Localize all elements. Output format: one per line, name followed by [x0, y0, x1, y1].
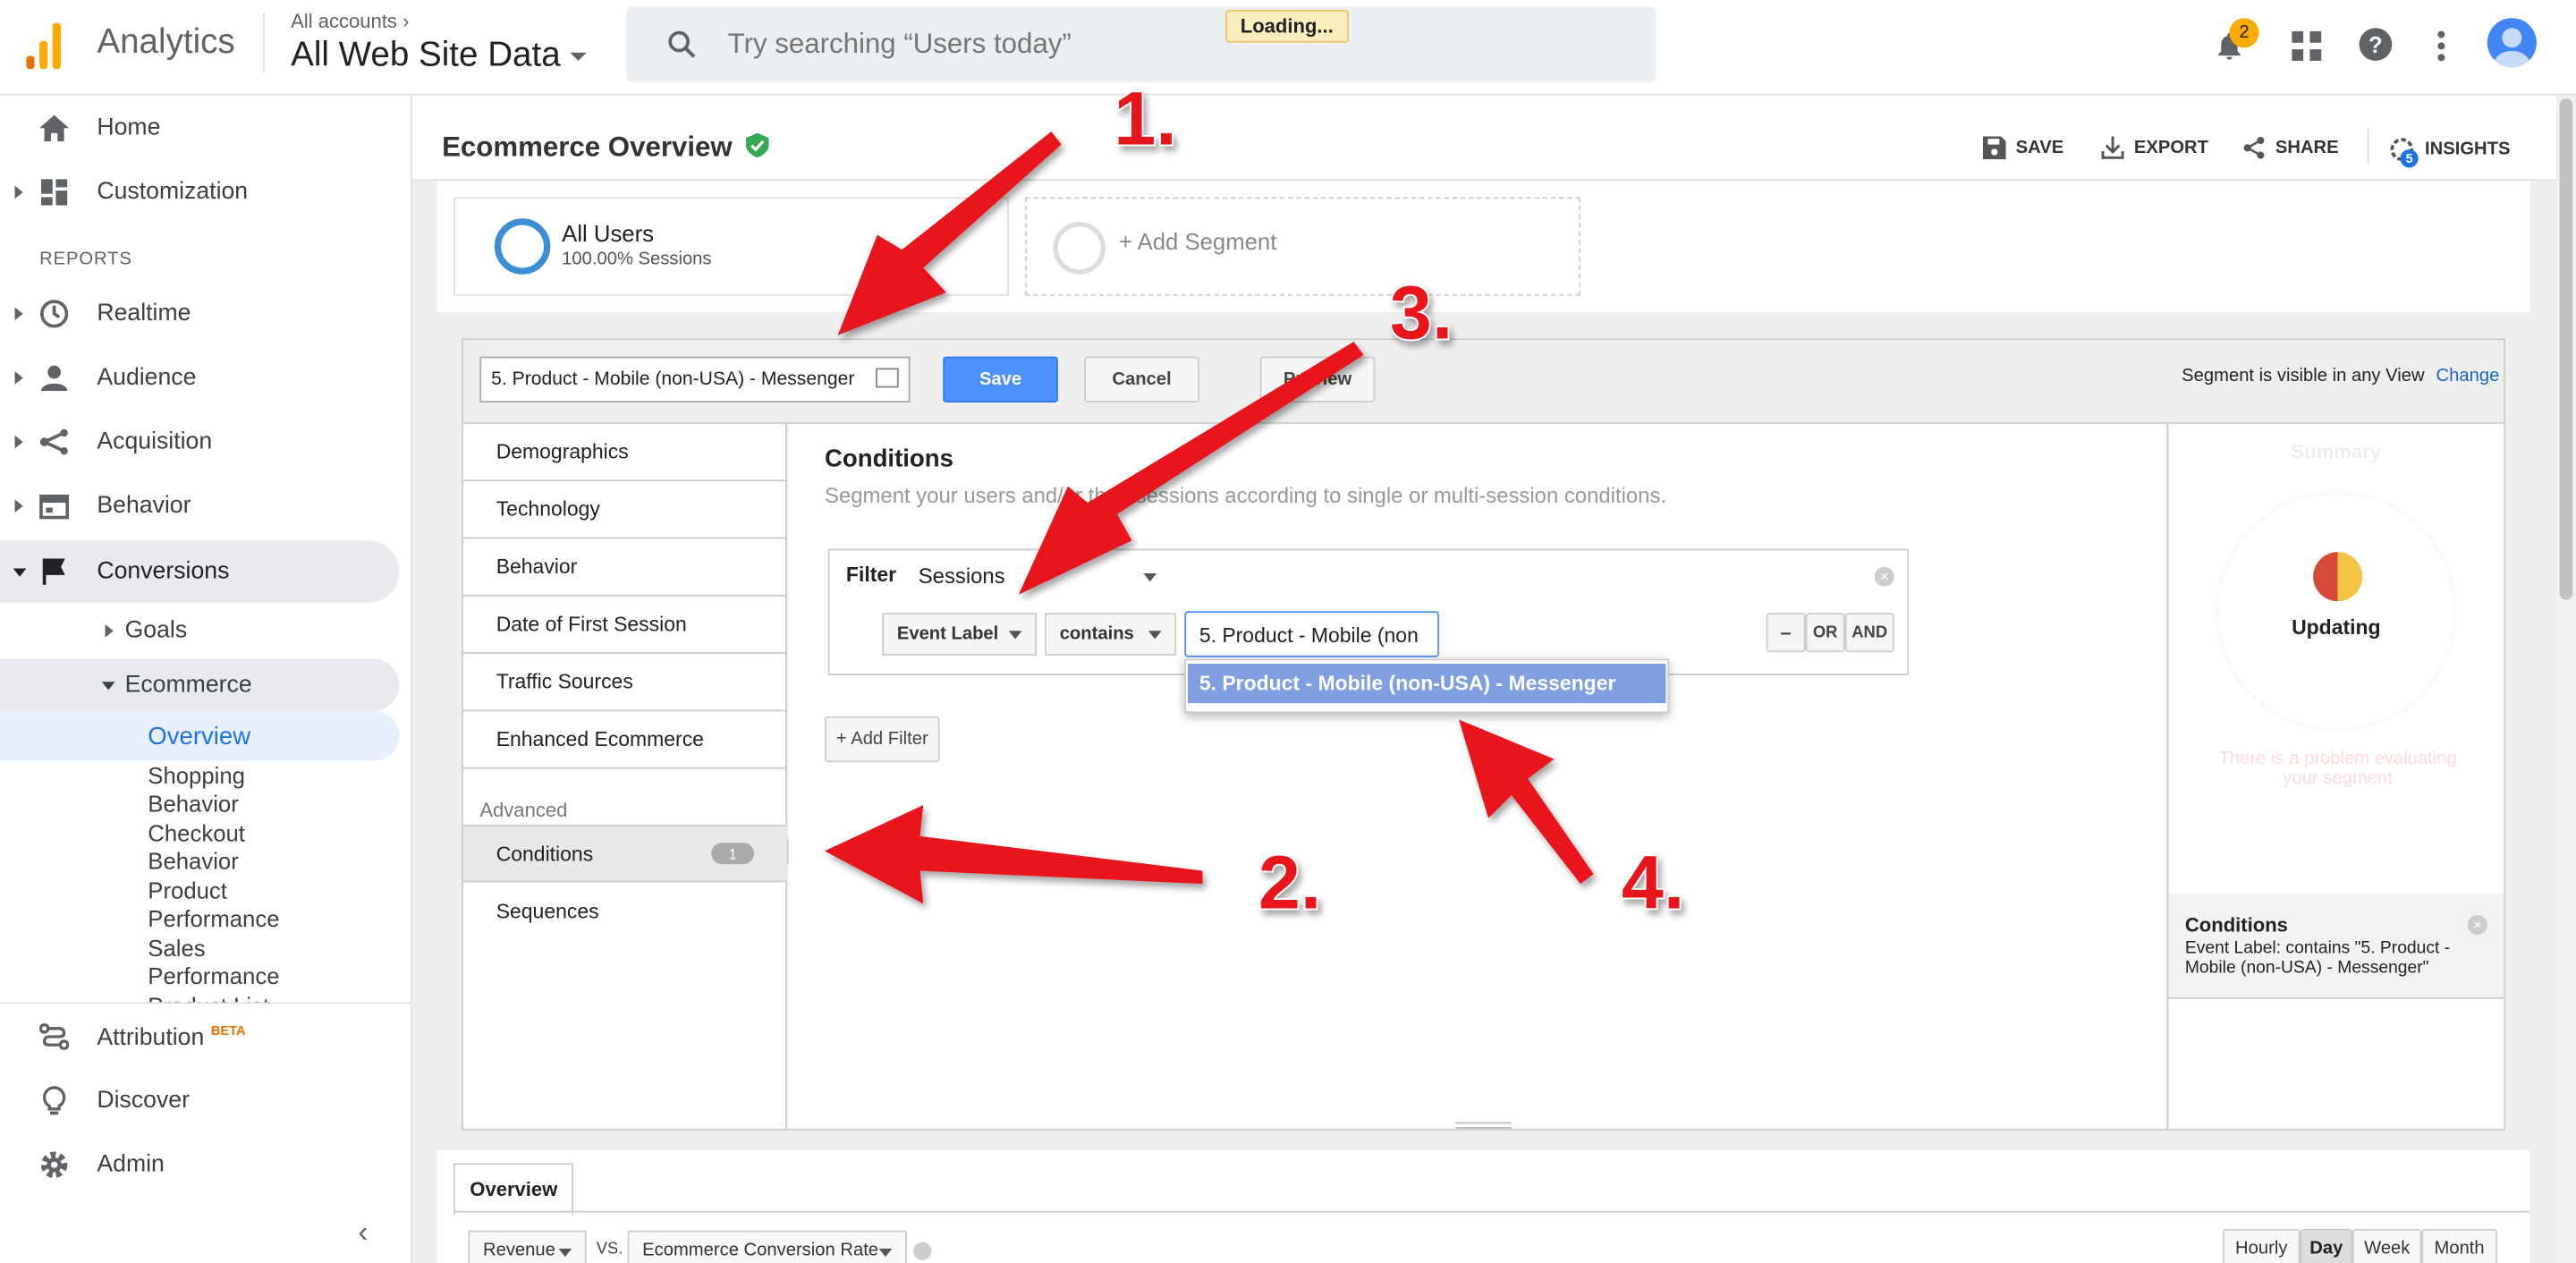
annotation-label-2: 2.	[1258, 841, 1321, 925]
annotation-label-3: 3.	[1390, 270, 1453, 354]
annotation-arrow-1	[837, 131, 1062, 335]
annotation-label-4: 4.	[1622, 841, 1684, 925]
annotation-overlay: 1. 2. 3. 4.	[825, 75, 1686, 927]
annotation-arrow-3	[1018, 342, 1364, 595]
annotation-arrow-4	[1459, 719, 1594, 885]
annotation-label-1: 1.	[1114, 77, 1176, 161]
annotation-arrow-2	[825, 805, 1203, 904]
